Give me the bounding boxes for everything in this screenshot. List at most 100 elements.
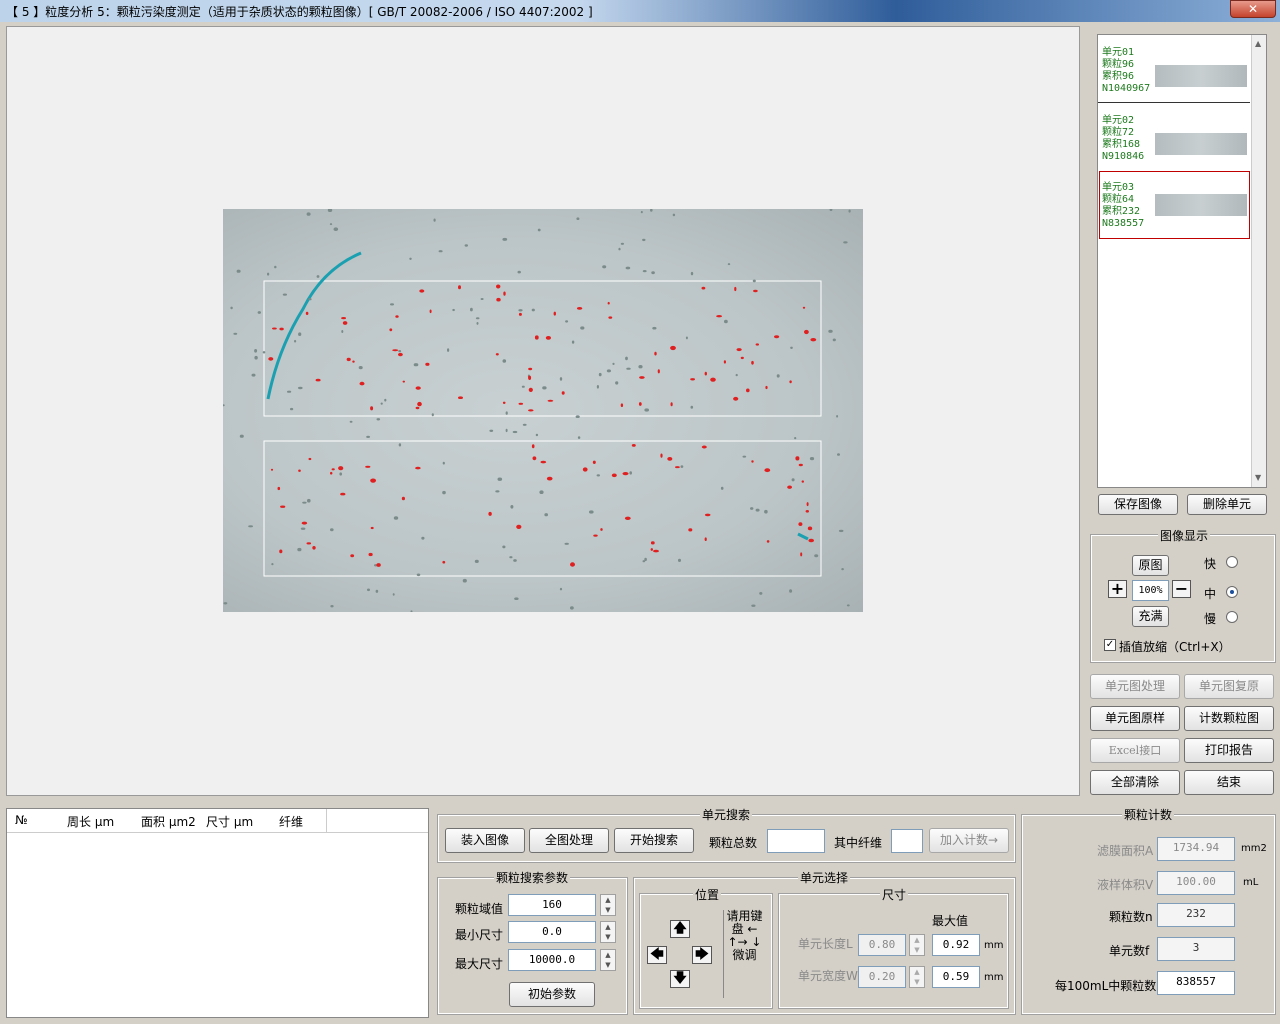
- move-right-button[interactable]: 🡆: [692, 946, 712, 964]
- particle-dot: [251, 373, 256, 377]
- unit-width-field[interactable]: 0.20: [858, 966, 906, 988]
- col-area[interactable]: 面积 μm2: [141, 813, 196, 830]
- particle-dot: [710, 377, 716, 382]
- particle-dot: [764, 509, 768, 514]
- particle-dot: [746, 388, 750, 393]
- particle-dot: [531, 308, 535, 312]
- thumbnail-list[interactable]: 单元01 颗粒96 累积96 N1040967 单元02 颗粒72 累积168 …: [1097, 34, 1267, 488]
- particle-dot: [475, 317, 480, 320]
- unit-original-button[interactable]: 单元图原样: [1090, 706, 1180, 731]
- speed-fast-radio[interactable]: [1226, 556, 1238, 568]
- particle-dot: [802, 306, 806, 309]
- particle-image[interactable]: [221, 208, 863, 613]
- results-table[interactable]: № 周长 μm 面积 μm2 尺寸 μm 纤维: [6, 808, 429, 1018]
- thumb-line: 单元03: [1102, 182, 1135, 193]
- particle-dot: [644, 408, 649, 412]
- particle-dot: [798, 522, 803, 526]
- original-size-button[interactable]: 原图: [1132, 555, 1169, 576]
- particle-dot: [331, 468, 335, 471]
- particle-dot: [755, 343, 759, 346]
- unit-restore-button[interactable]: 单元图复原: [1184, 674, 1274, 699]
- thumbnail-scrollbar[interactable]: ▲ ▼: [1251, 35, 1266, 487]
- particle-dot: [685, 336, 688, 340]
- scroll-down-icon[interactable]: ▼: [1255, 473, 1261, 482]
- particle-dot: [753, 289, 758, 293]
- particle-dot: [402, 380, 405, 383]
- particle-dot: [838, 529, 844, 533]
- close-button[interactable]: ✕: [1230, 0, 1276, 18]
- particle-dot: [410, 610, 413, 613]
- max-size-field[interactable]: 10000.0: [508, 949, 596, 971]
- thumb-image: [1155, 65, 1247, 87]
- zoom-out-button[interactable]: −: [1172, 580, 1191, 598]
- min-size-stepper[interactable]: ▲ ▼: [600, 921, 616, 943]
- particle-dot: [675, 466, 680, 469]
- init-params-button[interactable]: 初始参数: [509, 982, 595, 1007]
- col-size[interactable]: 尺寸 μm: [206, 813, 253, 830]
- unit-width-stepper[interactable]: ▲ ▼: [909, 966, 925, 988]
- thumbnail-unit-03[interactable]: 单元03 颗粒64 累积232 N838557: [1099, 171, 1250, 239]
- unit-count-field[interactable]: 3: [1157, 937, 1235, 961]
- col-fiber[interactable]: 纤维: [279, 813, 303, 830]
- end-button[interactable]: 结束: [1184, 770, 1274, 795]
- move-left-button[interactable]: 🡄: [647, 946, 667, 964]
- particle-dot: [497, 477, 503, 481]
- add-count-button[interactable]: 加入计数→: [929, 828, 1009, 853]
- per-100ml-field[interactable]: 838557: [1157, 971, 1235, 995]
- particle-dot: [798, 463, 803, 467]
- particle-dot: [612, 362, 615, 365]
- unit-process-button[interactable]: 单元图处理: [1090, 674, 1180, 699]
- fill-button[interactable]: 充满: [1132, 606, 1169, 627]
- thumb-line: N1040967: [1102, 83, 1151, 94]
- unit-length-stepper[interactable]: ▲ ▼: [909, 934, 925, 956]
- particle-dot: [600, 528, 603, 531]
- print-report-button[interactable]: 打印报告: [1184, 738, 1274, 763]
- particle-dot: [398, 352, 403, 357]
- particle-dot: [532, 456, 537, 461]
- threshold-field[interactable]: 160: [508, 894, 596, 916]
- particle-dot: [431, 413, 434, 417]
- unit-width-label: 单元宽度W: [798, 969, 858, 983]
- move-up-button[interactable]: 🡅: [670, 920, 690, 938]
- clear-all-button[interactable]: 全部清除: [1090, 770, 1180, 795]
- count-particles-button[interactable]: 计数颗粒图: [1184, 706, 1274, 731]
- speed-mid-radio[interactable]: [1226, 586, 1238, 598]
- fiber-count-field[interactable]: [891, 829, 923, 853]
- interp-checkbox[interactable]: ✓: [1104, 639, 1116, 651]
- scroll-up-icon[interactable]: ▲: [1255, 39, 1261, 48]
- max-size-stepper[interactable]: ▲ ▼: [600, 949, 616, 971]
- particle-dot: [829, 208, 833, 211]
- total-particles-field[interactable]: [767, 829, 825, 853]
- start-search-button[interactable]: 开始搜索: [614, 828, 694, 853]
- full-process-button[interactable]: 全图处理: [529, 828, 609, 853]
- delete-unit-button[interactable]: 删除单元: [1187, 494, 1267, 515]
- col-no[interactable]: №: [15, 813, 27, 827]
- particle-dot: [370, 406, 374, 411]
- particle-dot: [308, 298, 312, 301]
- thumbnail-unit-02[interactable]: 单元02 颗粒72 累积168 N910846: [1100, 111, 1250, 177]
- zoom-level-field[interactable]: 100%: [1132, 580, 1169, 601]
- unit-width-max-field[interactable]: 0.59: [932, 966, 980, 988]
- save-image-button[interactable]: 保存图像: [1098, 494, 1178, 515]
- particle-dot: [518, 312, 522, 316]
- particle-count-field[interactable]: 232: [1157, 903, 1235, 927]
- threshold-stepper[interactable]: ▲ ▼: [600, 894, 616, 916]
- zoom-in-button[interactable]: +: [1108, 580, 1127, 598]
- particle-dot: [330, 528, 334, 532]
- speed-slow-radio[interactable]: [1226, 611, 1238, 623]
- min-size-field[interactable]: 0.0: [508, 921, 596, 943]
- excel-button[interactable]: Excel接口: [1090, 738, 1180, 763]
- col-perimeter[interactable]: 周长 μm: [67, 813, 114, 830]
- unit-length-field[interactable]: 0.80: [858, 934, 906, 956]
- particle-dot: [596, 385, 599, 389]
- filter-area-field[interactable]: 1734.94: [1157, 837, 1235, 861]
- unit-count-label: 单元数f: [1109, 944, 1150, 958]
- particle-dot: [528, 387, 533, 392]
- load-image-button[interactable]: 装入图像: [445, 828, 525, 853]
- unit-length-max-field[interactable]: 0.92: [932, 934, 980, 956]
- move-down-button[interactable]: 🡇: [670, 970, 690, 988]
- thumbnail-unit-01[interactable]: 单元01 颗粒96 累积96 N1040967: [1100, 43, 1250, 109]
- particle-dot: [704, 513, 711, 517]
- sample-volume-field[interactable]: 100.00: [1157, 871, 1235, 895]
- particle-dot: [395, 315, 399, 318]
